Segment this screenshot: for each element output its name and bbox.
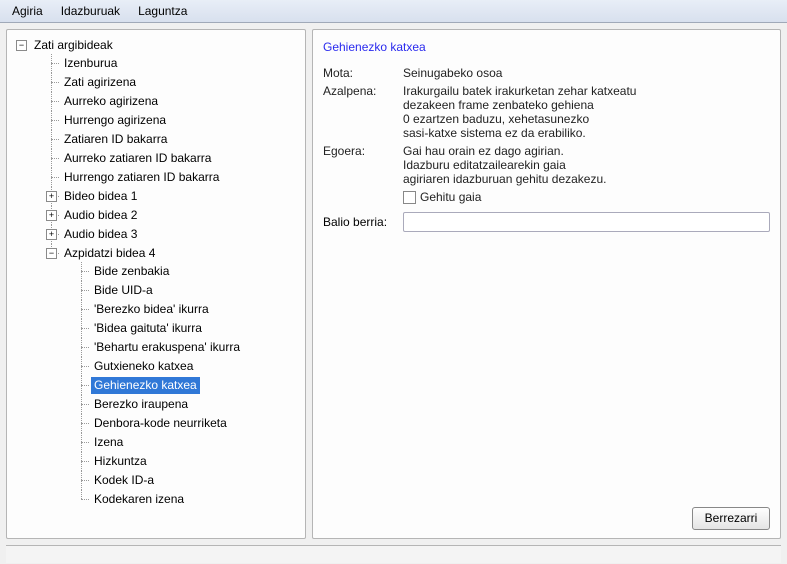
tree-item[interactable]: Hurrengo zatiaren ID bakarra <box>61 169 222 186</box>
tree-item[interactable]: Zatiaren ID bakarra <box>61 131 170 148</box>
statusbar <box>6 545 781 563</box>
tree-item[interactable]: Izenburua <box>61 55 120 72</box>
collapse-icon[interactable]: − <box>46 248 57 259</box>
expand-icon[interactable]: + <box>46 191 57 202</box>
explanation-value: Irakurgailu batek irakurketan zehar katx… <box>403 84 770 140</box>
state-value: Gai hau orain ez dago agirian.Idazburu e… <box>403 144 770 204</box>
tree-item[interactable]: Zati agirizena <box>61 74 139 91</box>
add-topic-label: Gehitu gaia <box>420 190 481 204</box>
new-value-label: Balio berria: <box>323 215 395 229</box>
tree-item[interactable]: Berezko iraupena <box>91 396 191 413</box>
new-value-input[interactable] <box>403 212 770 232</box>
new-value-row: Balio berria: <box>323 212 770 232</box>
type-value: Seinugabeko osoa <box>403 66 770 80</box>
tree-item[interactable]: Audio bidea 3 <box>61 226 140 243</box>
tree-item[interactable]: 'Bidea gaituta' ikurra <box>91 320 205 337</box>
button-row: Berrezarri <box>323 499 770 530</box>
tree-item[interactable]: Aurreko zatiaren ID bakarra <box>61 150 214 167</box>
detail-grid: Mota: Seinugabeko osoa Azalpena: Irakurg… <box>323 66 770 204</box>
tree-item[interactable]: Azpidatzi bidea 4 <box>61 245 158 262</box>
menubar: Agiria Idazburuak Laguntza <box>0 0 787 23</box>
expand-icon[interactable]: + <box>46 229 57 240</box>
add-topic-row: Gehitu gaia <box>403 190 770 204</box>
tree-item[interactable]: Hizkuntza <box>91 453 150 470</box>
tree-item[interactable]: Kodekaren izena <box>91 491 187 508</box>
detail-title: Gehienezko katxea <box>323 38 770 56</box>
detail-panel: Gehienezko katxea Mota: Seinugabeko osoa… <box>312 29 781 539</box>
tree-item[interactable]: Gutxieneko katxea <box>91 358 196 375</box>
tree-item[interactable]: Kodek ID-a <box>91 472 157 489</box>
menu-file[interactable]: Agiria <box>4 2 51 20</box>
tree-item[interactable]: 'Berezko bidea' ikurra <box>91 301 212 318</box>
tree-item[interactable]: Bideo bidea 1 <box>61 188 140 205</box>
tree-item[interactable]: Denbora-kode neurriketa <box>91 415 230 432</box>
menu-headers[interactable]: Idazburuak <box>53 2 128 20</box>
reset-button[interactable]: Berrezarri <box>692 507 770 530</box>
tree-item[interactable]: Zati argibideak <box>31 37 116 54</box>
tree-item[interactable]: 'Behartu erakuspena' ikurra <box>91 339 243 356</box>
type-label: Mota: <box>323 66 395 80</box>
explanation-label: Azalpena: <box>323 84 395 98</box>
tree-item[interactable]: Hurrengo agirizena <box>61 112 169 129</box>
add-topic-checkbox[interactable] <box>403 191 416 204</box>
menu-help[interactable]: Laguntza <box>130 2 195 20</box>
tree-item[interactable]: Bide zenbakia <box>91 263 172 280</box>
collapse-icon[interactable]: − <box>16 40 27 51</box>
state-label: Egoera: <box>323 144 395 158</box>
tree-item[interactable]: Izena <box>91 434 126 451</box>
expand-icon[interactable]: + <box>46 210 57 221</box>
tree-panel[interactable]: −Zati argibideakIzenburuaZati agirizenaA… <box>6 29 306 539</box>
content-area: −Zati argibideakIzenburuaZati agirizenaA… <box>0 23 787 545</box>
tree-item[interactable]: Audio bidea 2 <box>61 207 140 224</box>
tree-item[interactable]: Bide UID-a <box>91 282 156 299</box>
tree-item[interactable]: Aurreko agirizena <box>61 93 161 110</box>
tree-item[interactable]: Gehienezko katxea <box>91 377 200 394</box>
